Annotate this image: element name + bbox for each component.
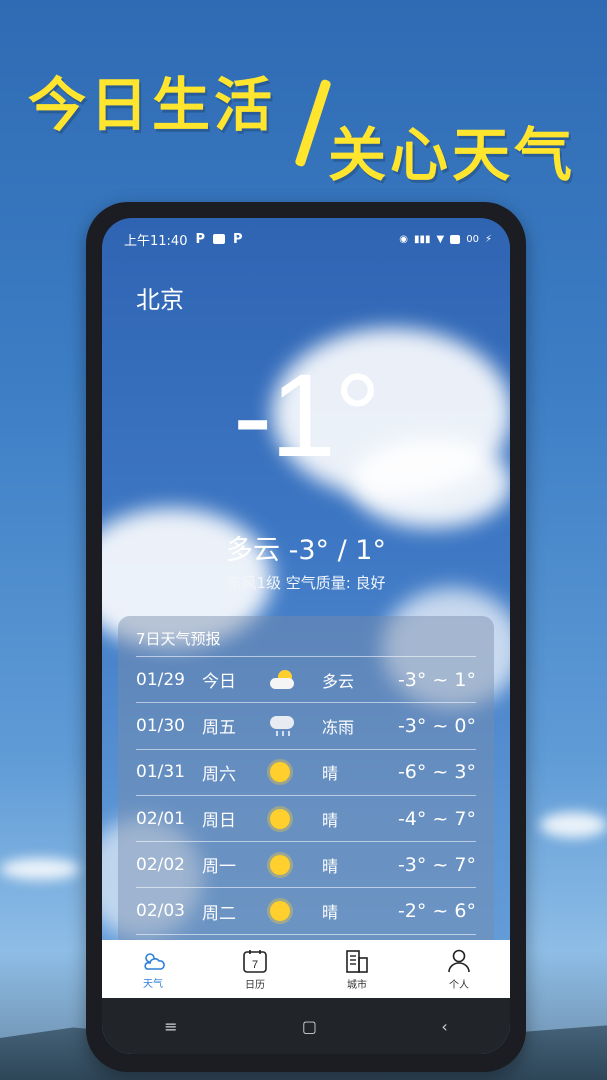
sun-icon — [270, 854, 290, 875]
forecast-title: 7日天气预报 — [136, 630, 221, 648]
status-time: 上午11:40 — [124, 233, 188, 249]
forecast-range: -3° ~ 0° — [397, 714, 476, 737]
location-icon: ◉ — [399, 233, 409, 245]
forecast-panel: 7日天气预报 01/29 今日 多云 -3° ~ 1° 01/30 周五 冻雨 … — [118, 616, 494, 956]
sun-icon — [270, 762, 290, 783]
forecast-desc: 晴 — [322, 903, 339, 923]
forecast-range: -6° ~ 3° — [397, 761, 476, 784]
forecast-day: 周六 — [202, 764, 236, 785]
partly-cloudy-icon — [270, 669, 296, 690]
forecast-row[interactable]: 01/30 周五 冻雨 -3° ~ 0° — [136, 702, 476, 748]
forecast-date: 02/01 — [136, 808, 185, 829]
calendar-icon-number: 7 — [252, 959, 258, 971]
parking-app-icon-2: P — [233, 231, 243, 247]
forecast-row[interactable]: 02/01 周日 晴 -4° ~ 7° — [136, 794, 476, 841]
forecast-date: 01/29 — [136, 669, 185, 690]
banner-line-1: 今日生活 — [28, 71, 277, 139]
tab-label: 个人 — [449, 979, 469, 991]
forecast-desc: 多云 — [322, 671, 355, 691]
back-icon[interactable]: ‹ — [441, 1017, 447, 1036]
battery-icon — [450, 234, 461, 244]
status-bar: 上午11:40 P P ◉ ▮▮▮ ▼ 00 ⚡ — [124, 228, 492, 250]
tab-city[interactable]: 城市 — [306, 940, 408, 998]
forecast-row[interactable]: 02/02 周一 晴 -3° ~ 7° — [136, 841, 476, 887]
person-icon — [448, 949, 470, 972]
forecast-row[interactable]: 01/31 周六 晴 -6° ~ 3° — [136, 748, 476, 795]
sun-icon — [270, 901, 290, 922]
forecast-day: 周五 — [202, 718, 236, 739]
mail-app-icon — [213, 234, 225, 244]
forecast-day: 周一 — [202, 857, 236, 878]
forecast-list: 01/29 今日 多云 -3° ~ 1° 01/30 周五 冻雨 -3° ~ 0… — [136, 656, 476, 935]
tab-label: 城市 — [347, 979, 367, 991]
background-cloud — [540, 812, 607, 838]
phone-frame: 上午11:40 P P ◉ ▮▮▮ ▼ 00 ⚡ 北京 -1° 多云 -3° /… — [86, 202, 526, 1072]
charging-icon: ⚡ — [484, 233, 492, 245]
city-name[interactable]: 北京 — [136, 280, 184, 315]
system-nav-bar: ≡ ▢ ‹ — [102, 998, 510, 1054]
bottom-tab-bar: 天气 7 日历 城市 个人 — [102, 940, 510, 998]
forecast-range: -3° ~ 7° — [397, 853, 476, 876]
building-icon — [346, 949, 368, 973]
sun-icon — [270, 808, 290, 829]
wifi-icon: ▼ — [436, 233, 445, 245]
banner-line-2: 关心天气 — [328, 121, 577, 189]
tab-profile[interactable]: 个人 — [408, 940, 510, 998]
phone-screen: 上午11:40 P P ◉ ▮▮▮ ▼ 00 ⚡ 北京 -1° 多云 -3° /… — [102, 218, 510, 1054]
forecast-date: 01/31 — [136, 762, 185, 783]
forecast-desc: 晴 — [322, 810, 339, 830]
forecast-range: -2° ~ 6° — [397, 900, 476, 923]
forecast-day: 今日 — [202, 672, 236, 693]
home-icon[interactable]: ▢ — [302, 1017, 317, 1036]
tab-weather[interactable]: 天气 — [102, 940, 204, 998]
current-temperature: -1° — [232, 350, 381, 482]
forecast-date: 02/03 — [136, 901, 185, 922]
forecast-desc: 晴 — [322, 856, 339, 876]
weather-icon — [144, 952, 165, 970]
wind-air-quality: 东风1级 空气质量: 良好 — [226, 574, 386, 592]
tab-label: 天气 — [143, 978, 163, 990]
forecast-day: 周日 — [202, 811, 236, 832]
banner-headline: 今日生活 关心天气 — [28, 58, 588, 189]
parking-app-icon: P — [195, 231, 205, 247]
current-condition: 多云 -3° / 1° — [226, 535, 386, 566]
forecast-range: -3° ~ 1° — [397, 668, 476, 691]
signal-icon: ▮▮▮ — [414, 233, 431, 245]
forecast-day: 周二 — [202, 903, 236, 924]
tab-label: 日历 — [245, 979, 265, 991]
forecast-date: 01/30 — [136, 715, 185, 736]
background-cloud — [0, 858, 80, 880]
battery-level: 00 — [466, 233, 479, 245]
forecast-desc: 冻雨 — [322, 717, 355, 737]
banner-slash — [294, 78, 332, 168]
forecast-row[interactable]: 02/03 周二 晴 -2° ~ 6° — [136, 887, 476, 935]
forecast-desc: 晴 — [322, 764, 339, 784]
calendar-icon: 7 — [243, 949, 267, 973]
menu-icon[interactable]: ≡ — [164, 1017, 177, 1036]
tab-calendar[interactable]: 7 日历 — [204, 940, 306, 998]
forecast-row[interactable]: 01/29 今日 多云 -3° ~ 1° — [136, 656, 476, 702]
forecast-date: 02/02 — [136, 854, 185, 875]
freezing-rain-icon — [270, 714, 296, 738]
forecast-range: -4° ~ 7° — [397, 807, 476, 830]
